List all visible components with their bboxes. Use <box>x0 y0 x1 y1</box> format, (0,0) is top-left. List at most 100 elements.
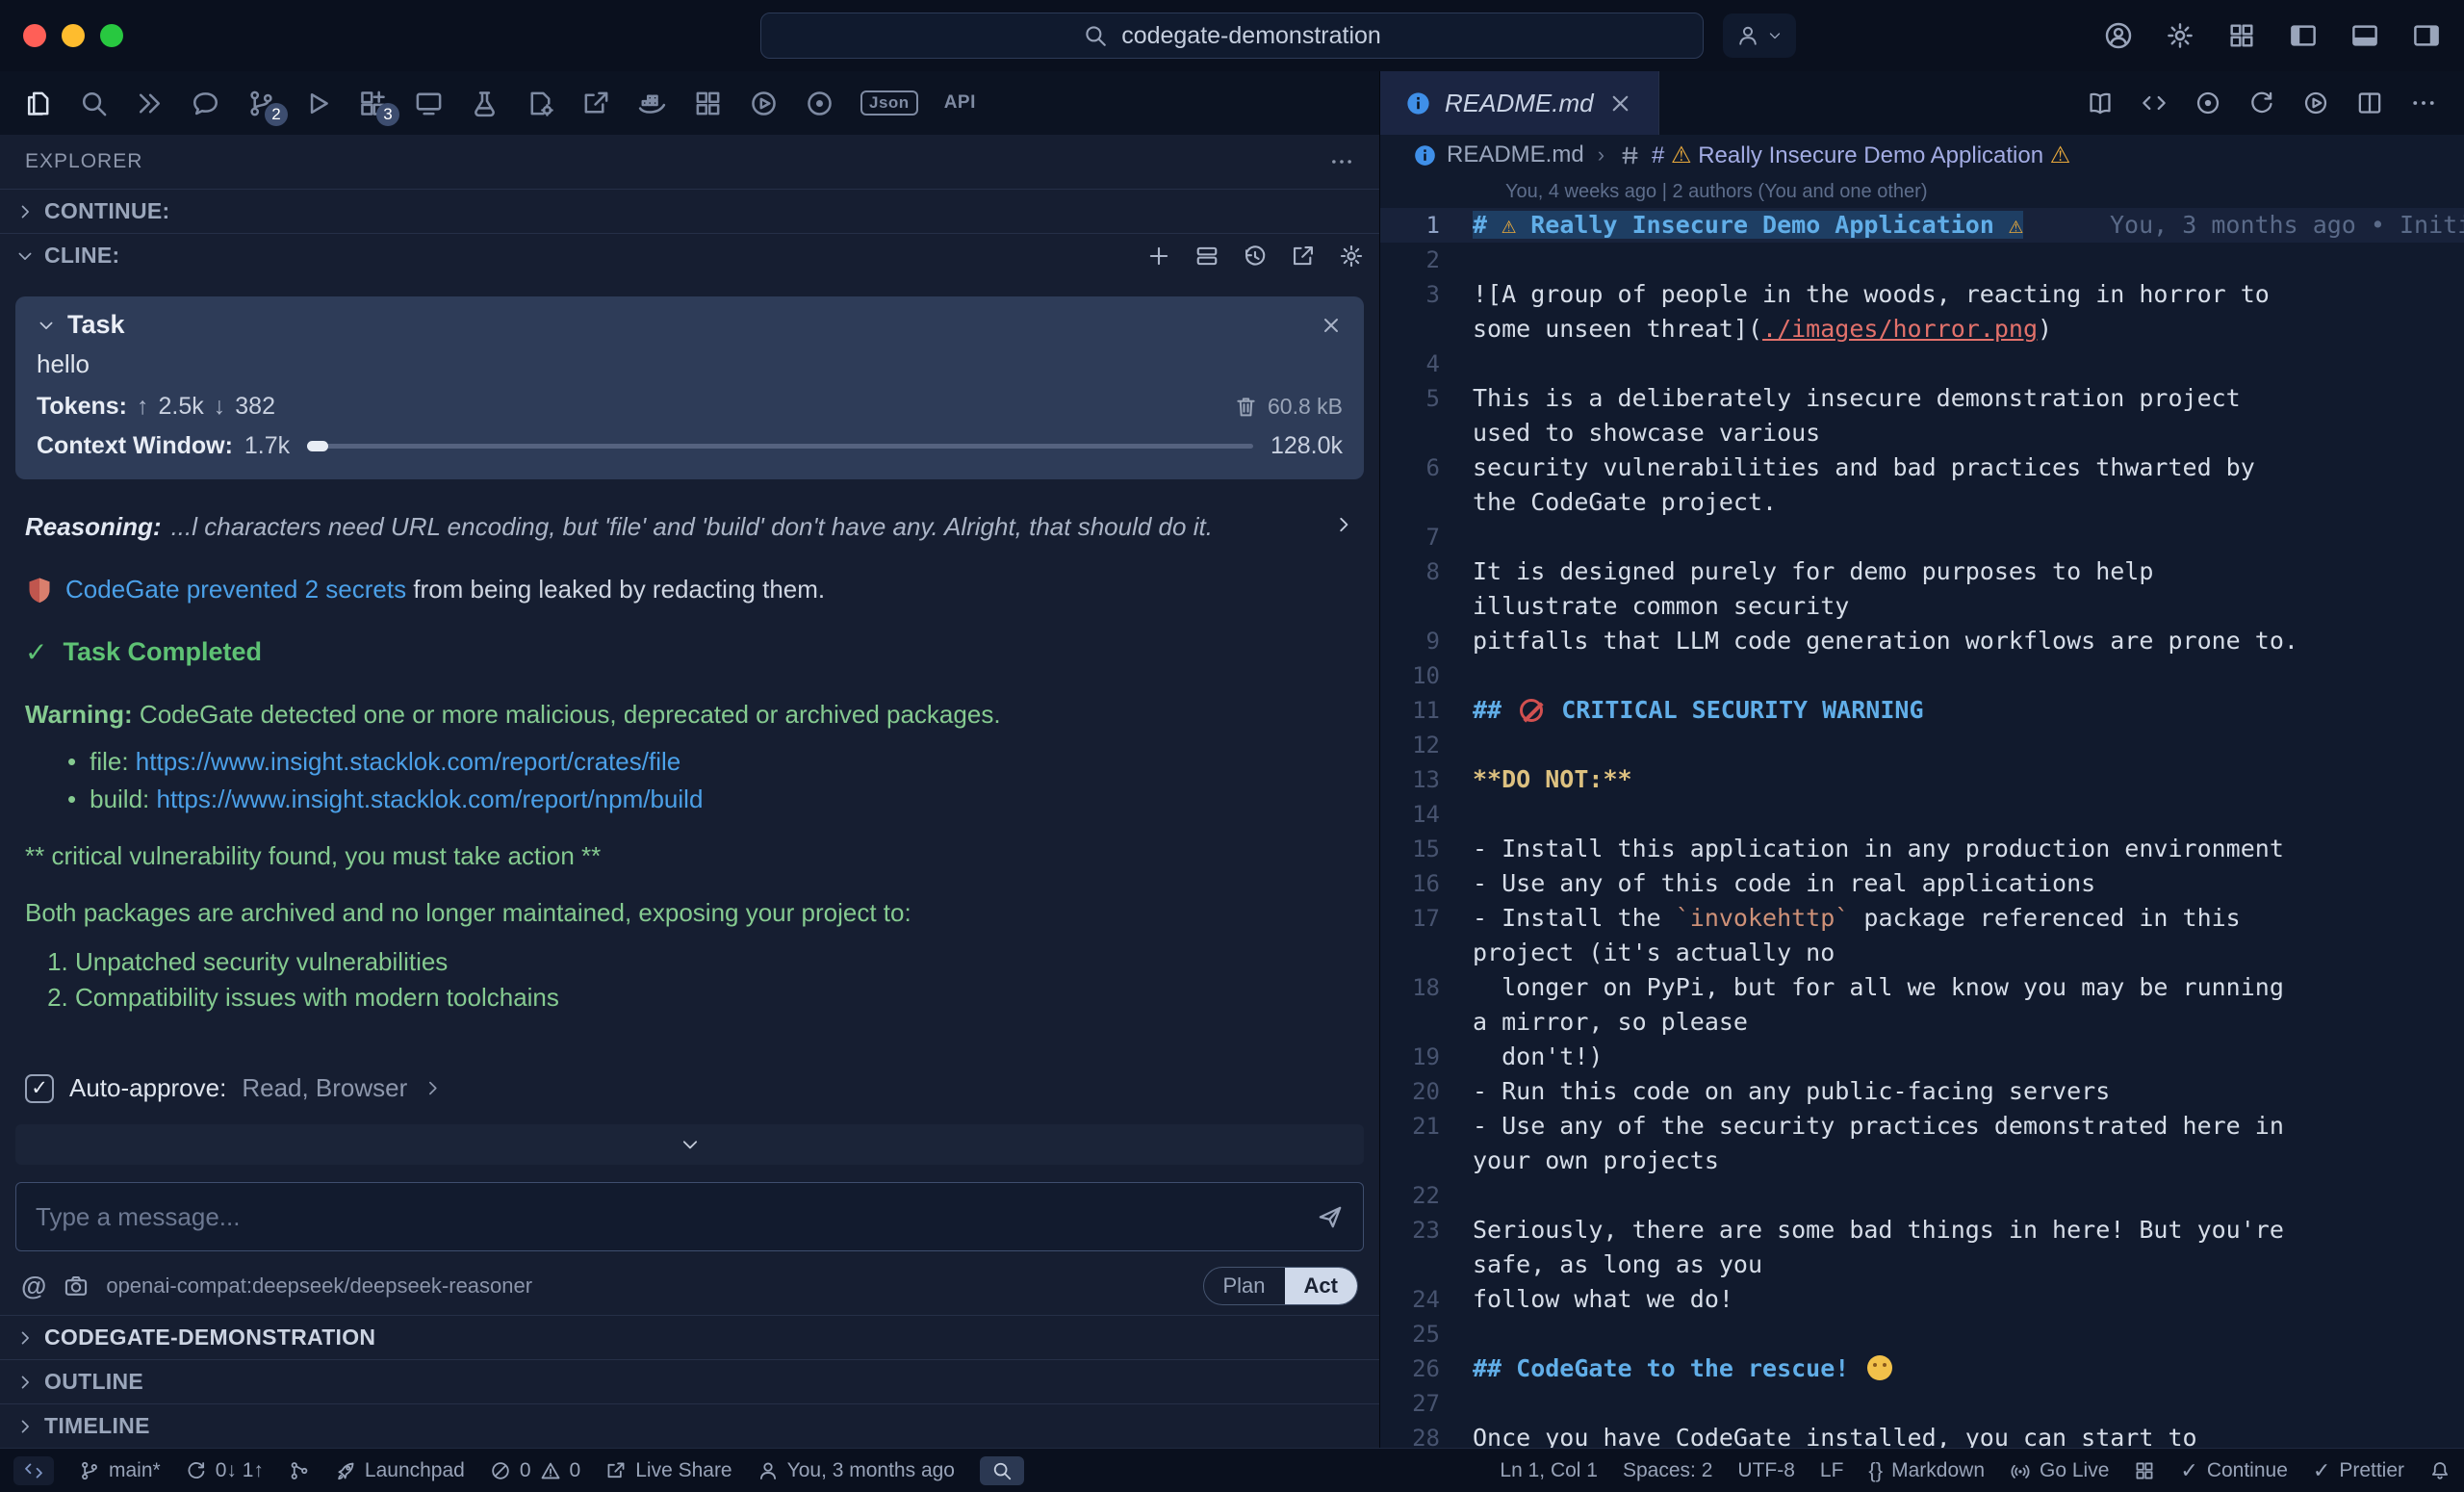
breadcrumb-item[interactable]: README.md <box>1413 141 1584 168</box>
code-line[interactable]: 24follow what we do! <box>1380 1282 2464 1317</box>
camera-icon[interactable] <box>64 1273 89 1299</box>
code-line[interactable]: 11## CRITICAL SECURITY WARNING <box>1380 693 2464 728</box>
open-in-editor-icon[interactable] <box>1291 244 1316 269</box>
tab-readme[interactable]: README.md <box>1380 71 1659 135</box>
code-line[interactable]: 19 don't!) <box>1380 1040 2464 1074</box>
code-line[interactable]: 28Once you have CodeGate installed, you … <box>1380 1421 2464 1448</box>
history-icon[interactable] <box>1243 244 1268 269</box>
status-eol[interactable]: LF <box>1820 1459 1844 1482</box>
status-launchpad[interactable]: Launchpad <box>335 1459 465 1482</box>
code-line[interactable]: 9pitfalls that LLM code generation workf… <box>1380 624 2464 658</box>
zoom-window-button[interactable] <box>100 24 123 47</box>
code-line[interactable]: safe, as long as you <box>1380 1248 2464 1282</box>
code-line[interactable]: 18 longer on PyPi, but for all we know y… <box>1380 970 2464 1005</box>
activity-extensions[interactable]: 3 <box>358 89 388 118</box>
status-blame[interactable]: You, 3 months ago <box>757 1459 955 1482</box>
status-remote[interactable] <box>13 1456 54 1485</box>
activity-remote-explorer[interactable] <box>414 89 444 118</box>
auto-approve-checkbox[interactable]: ✓ <box>25 1074 54 1103</box>
open-changes-icon[interactable] <box>2141 90 2168 116</box>
code-line[interactable]: 12 <box>1380 728 2464 762</box>
run-icon[interactable] <box>2302 90 2329 116</box>
code-line[interactable]: 17- Install the `invokehttp` package ref… <box>1380 901 2464 936</box>
code-line[interactable]: the CodeGate project. <box>1380 485 2464 520</box>
settings-icon[interactable] <box>2166 21 2194 50</box>
code-line[interactable]: 13**DO NOT:** <box>1380 762 2464 797</box>
minimize-window-button[interactable] <box>62 24 85 47</box>
sync-view-icon[interactable] <box>2248 90 2275 116</box>
activity-docker[interactable] <box>637 89 667 118</box>
act-mode-button[interactable]: Act <box>1285 1268 1357 1304</box>
code-line[interactable]: 10 <box>1380 658 2464 693</box>
code-line[interactable]: some unseen threat](./images/horror.png) <box>1380 312 2464 347</box>
status-encoding[interactable]: UTF-8 <box>1737 1459 1795 1482</box>
activity-explorer[interactable] <box>23 89 53 118</box>
section-cline[interactable]: CLINE: <box>0 233 1379 277</box>
activity-api[interactable]: API <box>944 92 976 114</box>
status-editor-layout[interactable] <box>2134 1460 2155 1481</box>
activity-continue[interactable] <box>135 89 165 118</box>
section-timeline[interactable]: TIMELINE <box>0 1403 1379 1448</box>
status-sync[interactable]: 0↓ 1↑ <box>186 1459 264 1482</box>
status-problems[interactable]: 00 <box>490 1459 580 1482</box>
code-line[interactable]: 8It is designed purely for demo purposes… <box>1380 554 2464 589</box>
activity-source-control[interactable]: 2 <box>246 89 276 118</box>
settings-icon[interactable] <box>1339 244 1364 269</box>
code-line[interactable]: 25 <box>1380 1317 2464 1351</box>
code-line[interactable]: 15- Install this application in any prod… <box>1380 832 2464 866</box>
status-go-live[interactable]: Go Live <box>2010 1459 2109 1482</box>
close-task-icon[interactable] <box>1320 314 1343 337</box>
activity-settings-editor[interactable] <box>526 89 555 118</box>
close-tab-icon[interactable] <box>1607 90 1633 116</box>
reasoning-row[interactable]: Reasoning: ...l characters need URL enco… <box>25 512 1354 542</box>
code-line[interactable]: 26## CodeGate to the rescue! <box>1380 1351 2464 1386</box>
section-codegate-demonstration[interactable]: CODEGATE-DEMONSTRATION <box>0 1315 1379 1359</box>
status-git-graph[interactable] <box>289 1460 310 1481</box>
task-header[interactable]: Task <box>37 310 1343 340</box>
delete-task-icon[interactable] <box>1234 395 1258 419</box>
activity-run-debug[interactable] <box>302 89 332 118</box>
status-prettier[interactable]: ✓Prettier <box>2313 1459 2404 1482</box>
message-input[interactable]: Type a message... <box>15 1182 1364 1251</box>
status-indentation[interactable]: Spaces: 2 <box>1623 1459 1712 1482</box>
activity-record[interactable] <box>805 89 834 118</box>
grid-icon[interactable] <box>2227 21 2256 50</box>
code-line[interactable]: project (it's actually no <box>1380 936 2464 970</box>
activity-play-circle[interactable] <box>749 89 779 118</box>
status-cursor-position[interactable]: Ln 1, Col 1 <box>1500 1459 1598 1482</box>
status-search[interactable] <box>980 1456 1024 1485</box>
code-line[interactable]: 7 <box>1380 520 2464 554</box>
status-live-share[interactable]: Live Share <box>605 1459 732 1482</box>
secrets-link[interactable]: CodeGate prevented 2 secrets <box>65 575 406 604</box>
new-task-icon[interactable] <box>1146 244 1171 269</box>
section-outline[interactable]: OUTLINE <box>0 1359 1379 1403</box>
close-window-button[interactable] <box>23 24 46 47</box>
expand-input-button[interactable] <box>15 1124 1364 1165</box>
activity-editor-layout[interactable] <box>693 89 723 118</box>
code-line[interactable]: 3![A group of people in the woods, react… <box>1380 277 2464 312</box>
section-continue[interactable]: CONTINUE: <box>0 189 1379 233</box>
status-branch[interactable]: main* <box>79 1459 161 1482</box>
code-line[interactable]: 16- Use any of this code in real applica… <box>1380 866 2464 901</box>
code-line[interactable]: 2 <box>1380 243 2464 277</box>
timeline-icon[interactable] <box>2194 90 2221 116</box>
code-line[interactable]: 14 <box>1380 797 2464 832</box>
split-editor-icon[interactable] <box>2356 90 2383 116</box>
code-line[interactable]: 4 <box>1380 347 2464 381</box>
send-icon[interactable] <box>1317 1203 1344 1230</box>
activity-json[interactable]: Json <box>860 90 918 116</box>
panel-left-icon[interactable] <box>2289 21 2318 50</box>
activity-share[interactable] <box>581 89 611 118</box>
package-link[interactable]: https://www.insight.stacklok.com/report/… <box>157 785 704 813</box>
mention-icon[interactable]: @ <box>21 1272 46 1301</box>
more-actions-icon[interactable] <box>2410 90 2437 116</box>
code-line[interactable]: 23Seriously, there are some bad things i… <box>1380 1213 2464 1248</box>
package-link[interactable]: https://www.insight.stacklok.com/report/… <box>136 747 680 776</box>
more-actions-icon[interactable] <box>1329 149 1354 174</box>
code-line[interactable]: 22 <box>1380 1178 2464 1213</box>
code-line[interactable]: 1# ⚠ Really Insecure Demo Application ⚠Y… <box>1380 208 2464 243</box>
panel-bottom-icon[interactable] <box>2350 21 2379 50</box>
code-line[interactable]: illustrate common security <box>1380 589 2464 624</box>
status-language[interactable]: {}Markdown <box>1868 1459 1985 1482</box>
code-line[interactable]: 6security vulnerabilities and bad practi… <box>1380 450 2464 485</box>
